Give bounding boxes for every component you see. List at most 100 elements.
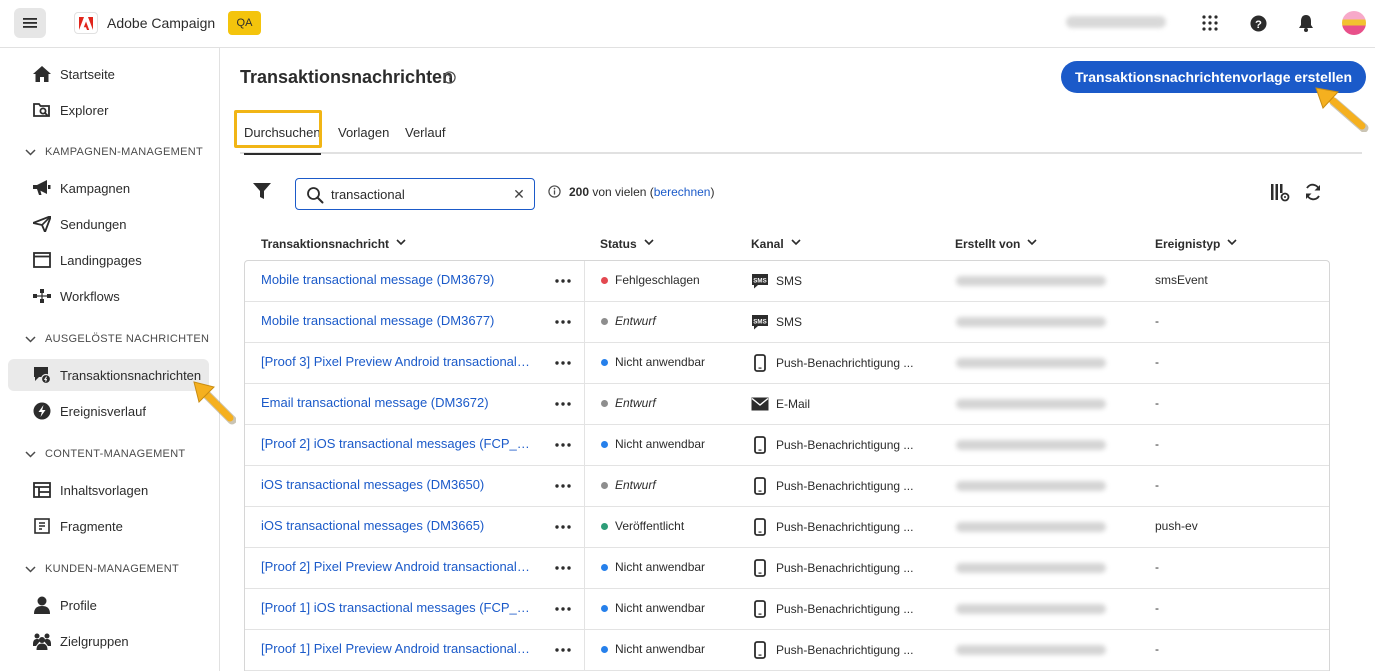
menu-icon[interactable]	[14, 8, 46, 38]
avatar[interactable]	[1342, 11, 1366, 35]
table-row[interactable]: Mobile transactional message (DM3677) Ent…	[245, 302, 1329, 343]
sidebar-item-explorer[interactable]: Explorer	[8, 94, 209, 126]
channel-label: SMS	[776, 274, 803, 288]
refresh-icon[interactable]	[1303, 182, 1323, 202]
sidebar-item-transaktionsnachrichten[interactable]: Transaktionsnachrichten	[8, 359, 209, 391]
envelope-icon	[750, 394, 770, 414]
column-divider	[584, 466, 585, 507]
compute-count-link[interactable]: berechnen	[654, 185, 711, 199]
search-icon	[307, 187, 324, 204]
created-by-redacted	[956, 440, 1106, 450]
sidebar-item-kampagnen[interactable]: Kampagnen	[8, 172, 209, 204]
sidebar-item-label: Landingpages	[60, 252, 142, 268]
message-name-link[interactable]: [Proof 2] iOS transactional messages (FC…	[261, 436, 531, 451]
message-name-link[interactable]: Mobile transactional message (DM3677)	[261, 313, 531, 328]
sidebar-item-ereignisverlauf[interactable]: Ereignisverlauf	[8, 395, 209, 427]
mobile-phone-icon	[750, 435, 770, 455]
search-field[interactable]: ✕	[295, 178, 535, 210]
more-actions-icon[interactable]	[551, 312, 575, 332]
event-type: -	[1155, 437, 1159, 451]
tab-verlauf[interactable]: Verlauf	[405, 112, 445, 152]
more-actions-icon[interactable]	[551, 476, 575, 496]
table-row[interactable]: iOS transactional messages (DM3665) Veröf…	[245, 507, 1329, 548]
message-name-link[interactable]: iOS transactional messages (DM3650)	[261, 477, 531, 492]
sidebar-item-profile[interactable]: Profile	[8, 589, 209, 621]
status-cell: Nicht anwendbar	[601, 642, 705, 656]
channel-label: Push-Benachrichtigung ...	[776, 602, 914, 616]
table-row[interactable]: [Proof 2] Pixel Preview Android transact…	[245, 548, 1329, 589]
column-header-kanal[interactable]: Kanal	[751, 236, 801, 252]
table-row[interactable]: Email transactional message (DM3672) Entw…	[245, 384, 1329, 425]
message-name-link[interactable]: Email transactional message (DM3672)	[261, 395, 531, 410]
column-header-ereignistyp[interactable]: Ereignistyp	[1155, 236, 1237, 252]
column-divider	[584, 343, 585, 384]
page-title: Transaktionsnachrichten	[240, 67, 454, 87]
sidebar-item-label: Fragmente	[60, 518, 123, 534]
bell-icon[interactable]	[1295, 12, 1317, 34]
section-content-management[interactable]: CONTENT-MANAGEMENT	[24, 444, 185, 464]
status-label: Entwurf	[615, 314, 656, 328]
section-ausgeloeste-nachrichten[interactable]: AUSGELÖSTE NACHRICHTEN	[24, 329, 209, 349]
more-actions-icon[interactable]	[551, 394, 575, 414]
mobile-phone-icon	[750, 476, 770, 496]
sidebar-item-sendungen[interactable]: Sendungen	[8, 208, 209, 240]
more-actions-icon[interactable]	[551, 435, 575, 455]
sidebar-item-startseite[interactable]: Startseite	[8, 58, 209, 90]
tab-vorlagen[interactable]: Vorlagen	[338, 112, 389, 152]
channel-cell: Push-Benachrichtigung ...	[750, 435, 913, 455]
apps-grid-icon[interactable]	[1199, 12, 1221, 34]
more-actions-icon[interactable]	[551, 517, 575, 537]
column-header-erstellt-von[interactable]: Erstellt von	[955, 236, 1037, 252]
sms-icon: SMS	[750, 312, 770, 332]
adobe-logo-icon[interactable]	[74, 12, 98, 34]
user-org-name[interactable]	[1066, 16, 1166, 28]
more-actions-icon[interactable]	[551, 640, 575, 660]
tab-label: Vorlagen	[338, 124, 390, 140]
search-input[interactable]	[331, 184, 501, 204]
sidebar-item-workflows[interactable]: Workflows	[8, 280, 209, 312]
sidebar-item-fragmente[interactable]: Fragmente	[8, 510, 209, 542]
table-row[interactable]: [Proof 1] iOS transactional messages (FC…	[245, 589, 1329, 630]
section-kampagnen-management[interactable]: KAMPAGNEN-MANAGEMENT	[24, 142, 203, 162]
sidebar-item-landingpages[interactable]: Landingpages	[8, 244, 209, 276]
message-name-link[interactable]: [Proof 2] Pixel Preview Android transact…	[261, 559, 531, 574]
status-dot	[601, 276, 608, 284]
column-label: Kanal	[751, 237, 784, 251]
channel-cell: Push-Benachrichtigung ...	[750, 599, 913, 619]
more-actions-icon[interactable]	[551, 353, 575, 373]
column-header-transaktionsnachricht[interactable]: Transaktionsnachricht	[261, 236, 406, 252]
message-name-link[interactable]: [Proof 1] iOS transactional messages (FC…	[261, 600, 531, 615]
filter-icon[interactable]	[252, 181, 272, 201]
status-dot	[601, 358, 608, 366]
column-divider	[584, 507, 585, 548]
more-actions-icon[interactable]	[551, 558, 575, 578]
sidebar-item-label: Profile	[60, 597, 97, 613]
message-name-link[interactable]: [Proof 1] Pixel Preview Android transact…	[261, 641, 531, 656]
clear-icon[interactable]: ✕	[512, 186, 526, 202]
column-settings-icon[interactable]	[1270, 182, 1290, 202]
svg-text:SMS: SMS	[753, 318, 766, 325]
sidebar-item-inhaltsvorlagen[interactable]: Inhaltsvorlagen	[8, 474, 209, 506]
help-icon[interactable]: ?	[1247, 12, 1269, 34]
mobile-phone-icon	[750, 640, 770, 660]
brand-name[interactable]: Adobe Campaign	[107, 15, 215, 31]
table-row[interactable]: [Proof 3] Pixel Preview Android transact…	[245, 343, 1329, 384]
status-label: Nicht anwendbar	[615, 560, 706, 574]
status-label: Nicht anwendbar	[615, 642, 706, 656]
message-name-link[interactable]: [Proof 3] Pixel Preview Android transact…	[261, 354, 531, 369]
section-kunden-management[interactable]: KUNDEN-MANAGEMENT	[24, 559, 179, 579]
column-label: Transaktionsnachricht	[261, 237, 390, 251]
message-name-link[interactable]: iOS transactional messages (DM3665)	[261, 518, 531, 533]
table-row[interactable]: iOS transactional messages (DM3650) Entwu…	[245, 466, 1329, 507]
event-type: -	[1155, 478, 1159, 492]
table-row[interactable]: [Proof 1] Pixel Preview Android transact…	[245, 630, 1329, 671]
message-name-link[interactable]: Mobile transactional message (DM3679)	[261, 272, 531, 287]
help-circle-icon[interactable]: ?	[443, 71, 456, 84]
table-row[interactable]: Mobile transactional message (DM3679) Feh…	[245, 261, 1329, 302]
event-type: -	[1155, 355, 1159, 369]
more-actions-icon[interactable]	[551, 599, 575, 619]
more-actions-icon[interactable]	[551, 271, 575, 291]
table-row[interactable]: [Proof 2] iOS transactional messages (FC…	[245, 425, 1329, 466]
sidebar-item-zielgruppen[interactable]: Zielgruppen	[8, 625, 209, 657]
column-header-status[interactable]: Status	[600, 236, 654, 252]
